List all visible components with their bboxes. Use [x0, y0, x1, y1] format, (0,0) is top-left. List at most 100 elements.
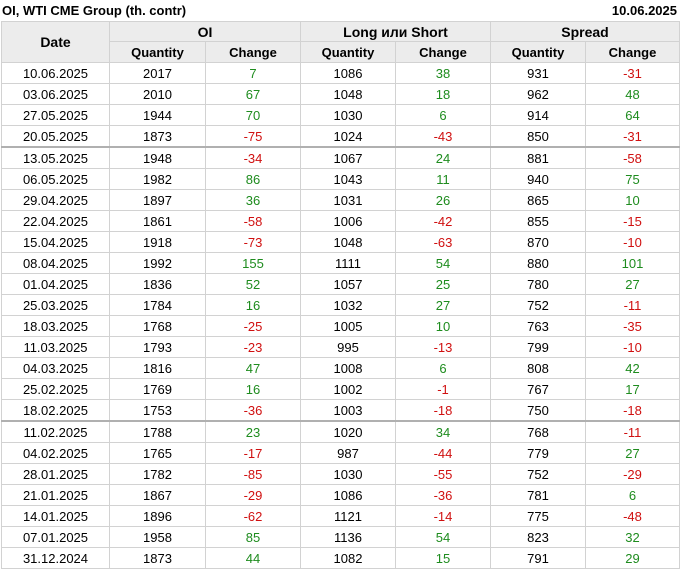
- long-short-change-cell: 10: [395, 315, 491, 337]
- long-short-change-cell: -44: [395, 442, 491, 464]
- table-row: 15.04.2025 1918 -73 1048 -63 870 -10: [1, 231, 680, 253]
- long-short-change-cell: -18: [395, 399, 491, 422]
- spread-change-cell: 17: [585, 378, 680, 400]
- spread-change-cell: -11: [585, 420, 680, 443]
- spread-change-cell: -18: [585, 399, 680, 422]
- oi-change-cell: 52: [205, 273, 301, 295]
- oi-quantity-cell: 2017: [109, 62, 206, 84]
- table-row: 20.05.2025 1873 -75 1024 -43 850 -31: [1, 125, 680, 148]
- long-short-quantity-cell: 1020: [300, 420, 396, 443]
- spread-change-cell: -31: [585, 62, 680, 84]
- report-date: 10.06.2025: [611, 3, 677, 18]
- long-short-change-cell: 26: [395, 189, 491, 211]
- spread-change-header: Change: [585, 41, 680, 63]
- date-cell: 25.02.2025: [1, 378, 110, 400]
- spread-quantity-cell: 881: [490, 146, 586, 169]
- date-cell: 29.04.2025: [1, 189, 110, 211]
- spread-change-cell: 27: [585, 442, 680, 464]
- long-short-change-cell: -1: [395, 378, 491, 400]
- oi-quantity-cell: 1918: [109, 231, 206, 253]
- date-cell: 18.03.2025: [1, 315, 110, 337]
- spread-quantity-cell: 791: [490, 547, 586, 569]
- spread-change-cell: 42: [585, 357, 680, 379]
- table-row: 01.04.2025 1836 52 1057 25 780 27: [1, 273, 680, 295]
- spread-quantity-cell: 808: [490, 357, 586, 379]
- oi-change-cell: 86: [205, 168, 301, 190]
- oi-quantity-cell: 1861: [109, 210, 206, 232]
- oi-quantity-cell: 2010: [109, 83, 206, 105]
- table-row: 06.05.2025 1982 86 1043 11 940 75: [1, 168, 680, 190]
- oi-change-cell: 23: [205, 420, 301, 443]
- long-short-quantity-cell: 1048: [300, 231, 396, 253]
- spread-quantity-cell: 962: [490, 83, 586, 105]
- long-short-change-cell: 38: [395, 62, 491, 84]
- oi-quantity-cell: 1836: [109, 273, 206, 295]
- date-cell: 11.03.2025: [1, 336, 110, 358]
- long-short-quantity-cell: 1082: [300, 547, 396, 569]
- oi-change-header: Change: [205, 41, 301, 63]
- spread-quantity-cell: 781: [490, 484, 586, 506]
- spread-change-cell: 64: [585, 104, 680, 126]
- oi-change-cell: 70: [205, 104, 301, 126]
- long-short-change-cell: 27: [395, 294, 491, 316]
- oi-change-cell: -75: [205, 125, 301, 148]
- spread-quantity-cell: 779: [490, 442, 586, 464]
- table-row: 28.01.2025 1782 -85 1030 -55 752 -29: [1, 463, 680, 485]
- long-short-change-cell: 25: [395, 273, 491, 295]
- long-short-change-cell: -42: [395, 210, 491, 232]
- spread-quantity-cell: 940: [490, 168, 586, 190]
- oi-quantity-cell: 1769: [109, 378, 206, 400]
- spread-change-cell: -58: [585, 146, 680, 169]
- spread-change-cell: -29: [585, 463, 680, 485]
- oi-quantity-cell: 1992: [109, 252, 206, 274]
- spread-change-cell: 75: [585, 168, 680, 190]
- table-row: 08.04.2025 1992 155 1111 54 880 101: [1, 252, 680, 274]
- oi-change-cell: 16: [205, 378, 301, 400]
- table-row: 25.03.2025 1784 16 1032 27 752 -11: [1, 294, 680, 316]
- report-title: OI, WTI CME Group (th. contr): [2, 3, 187, 18]
- oi-quantity-cell: 1816: [109, 357, 206, 379]
- oi-change-cell: -85: [205, 463, 301, 485]
- spread-quantity-cell: 850: [490, 125, 586, 148]
- date-cell: 07.01.2025: [1, 526, 110, 548]
- oi-quantity-cell: 1753: [109, 399, 206, 422]
- oi-quantity-cell: 1788: [109, 420, 206, 443]
- spread-change-cell: 32: [585, 526, 680, 548]
- oi-change-cell: 44: [205, 547, 301, 569]
- date-cell: 20.05.2025: [1, 125, 110, 148]
- long-short-quantity-cell: 1121: [300, 505, 396, 527]
- table-row: 14.01.2025 1896 -62 1121 -14 775 -48: [1, 505, 680, 527]
- long-short-quantity-cell: 1057: [300, 273, 396, 295]
- table-row: 18.03.2025 1768 -25 1005 10 763 -35: [1, 315, 680, 337]
- spread-change-cell: -35: [585, 315, 680, 337]
- spread-change-cell: 27: [585, 273, 680, 295]
- table-row: 04.03.2025 1816 47 1008 6 808 42: [1, 357, 680, 379]
- spread-quantity-cell: 768: [490, 420, 586, 443]
- long-short-quantity-cell: 1006: [300, 210, 396, 232]
- spread-change-cell: -15: [585, 210, 680, 232]
- group-header-row: Date OI Long или Short Spread: [1, 21, 680, 63]
- oi-change-cell: 7: [205, 62, 301, 84]
- date-cell: 25.03.2025: [1, 294, 110, 316]
- spread-quantity-cell: 865: [490, 189, 586, 211]
- oi-group-header: OI: [109, 21, 301, 42]
- oi-change-cell: 16: [205, 294, 301, 316]
- spread-change-cell: -48: [585, 505, 680, 527]
- long-short-change-header: Change: [395, 41, 491, 63]
- long-short-quantity-cell: 1002: [300, 378, 396, 400]
- oi-quantity-cell: 1873: [109, 547, 206, 569]
- spread-quantity-cell: 799: [490, 336, 586, 358]
- date-cell: 10.06.2025: [1, 62, 110, 84]
- oi-change-cell: -25: [205, 315, 301, 337]
- long-short-change-cell: -55: [395, 463, 491, 485]
- oi-change-cell: -23: [205, 336, 301, 358]
- spread-change-cell: -11: [585, 294, 680, 316]
- table-row: 22.04.2025 1861 -58 1006 -42 855 -15: [1, 210, 680, 232]
- spread-change-cell: 6: [585, 484, 680, 506]
- date-cell: 11.02.2025: [1, 420, 110, 443]
- spread-quantity-cell: 752: [490, 294, 586, 316]
- spread-quantity-cell: 752: [490, 463, 586, 485]
- oi-quantity-cell: 1958: [109, 526, 206, 548]
- long-short-change-cell: 11: [395, 168, 491, 190]
- oi-change-cell: 85: [205, 526, 301, 548]
